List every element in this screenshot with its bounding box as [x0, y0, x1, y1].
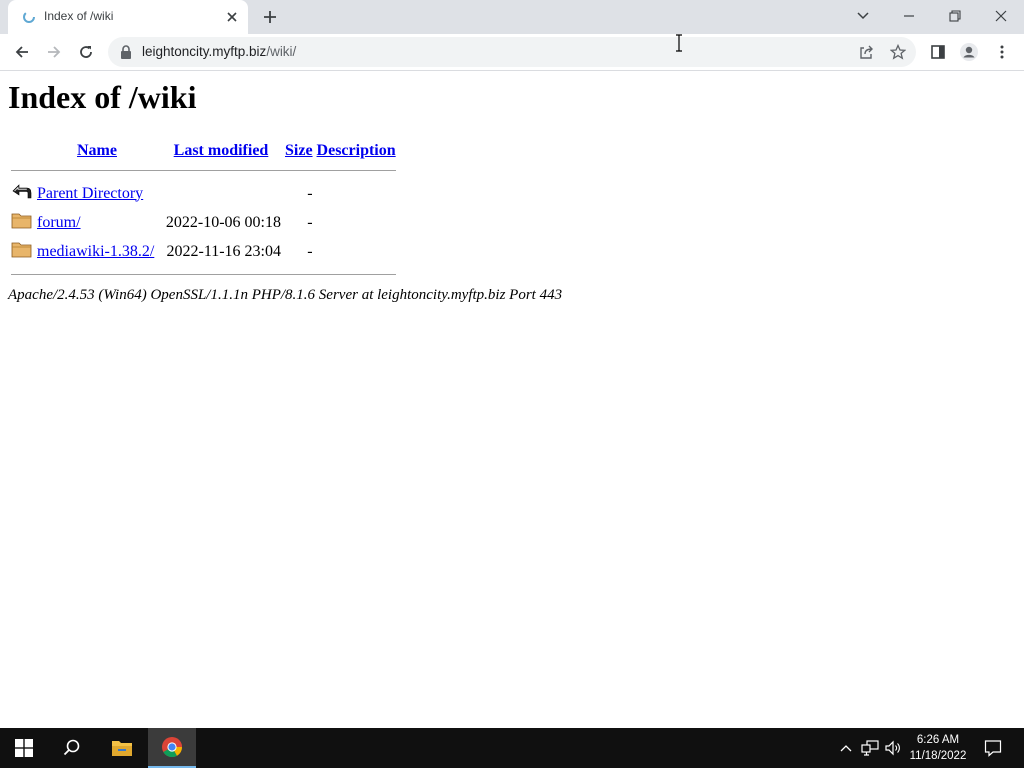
- reload-button[interactable]: [74, 40, 98, 64]
- network-icon: [861, 740, 879, 756]
- size-cell: -: [307, 213, 313, 231]
- profile-avatar-icon: [960, 43, 978, 61]
- sort-by-last-modified-link[interactable]: Last modified: [174, 142, 269, 159]
- separator-row: [10, 267, 397, 282]
- server-signature: Apache/2.4.53 (Win64) OpenSSL/1.1.1n PHP…: [8, 287, 563, 303]
- size-cell: -: [307, 184, 313, 202]
- url-path: /wiki/: [266, 44, 297, 59]
- url-host: leightoncity.myftp.biz: [142, 44, 267, 59]
- tab-strip: Index of /wiki: [0, 0, 1024, 34]
- chevron-down-icon: [857, 12, 869, 20]
- table-row: Parent Directory -: [10, 180, 397, 207]
- more-vertical-icon: [1000, 45, 1004, 59]
- header-row: Name Last modified Size Description: [10, 141, 397, 161]
- chevron-up-icon: [840, 745, 852, 752]
- bookmark-star-icon[interactable]: [890, 44, 906, 60]
- page-title: Index of /wiki: [8, 79, 197, 115]
- parent-directory-link[interactable]: Parent Directory: [37, 185, 143, 202]
- search-icon: [63, 739, 80, 756]
- sort-by-name-link[interactable]: Name: [77, 142, 117, 159]
- arrow-left-icon: [15, 46, 28, 58]
- forum-folder-link[interactable]: forum/: [37, 214, 81, 231]
- sort-by-description-link[interactable]: Description: [317, 142, 396, 159]
- clock-time: 6:26 AM: [916, 734, 960, 746]
- last-modified-cell: 2022-10-06 00:18: [165, 213, 281, 231]
- separator-row: [10, 163, 397, 178]
- lock-icon[interactable]: [120, 45, 132, 59]
- close-window-button[interactable]: [978, 0, 1024, 32]
- directory-listing: Name Last modified Size Description Pare…: [8, 139, 399, 284]
- tab-title: Index of /wiki: [44, 9, 114, 23]
- clock-date: 11/18/2022: [909, 750, 967, 762]
- system-clock[interactable]: 6:26 AM 11/18/2022: [898, 732, 978, 764]
- mediawiki-folder-link[interactable]: mediawiki-1.38.2/: [37, 243, 154, 260]
- reload-icon: [80, 46, 92, 58]
- minimize-button[interactable]: [886, 0, 932, 32]
- address-bar[interactable]: leightoncity.myftp.biz/wiki/: [108, 37, 916, 67]
- tab-index-of-wiki[interactable]: Index of /wiki: [8, 0, 248, 34]
- show-hidden-icons-button[interactable]: [836, 728, 856, 768]
- side-panel-icon: [931, 45, 945, 59]
- description-cell: [316, 238, 397, 265]
- table-row: forum/ 2022-10-06 00:18 -: [10, 209, 397, 236]
- chrome-icon: [162, 737, 183, 758]
- table-row: mediawiki-1.38.2/ 2022-11-16 23:04 -: [10, 238, 397, 265]
- network-button[interactable]: [858, 728, 882, 768]
- folder-icon: [11, 213, 32, 229]
- browser-toolbar: leightoncity.myftp.biz/wiki/: [0, 34, 1024, 71]
- close-icon: [995, 10, 1007, 22]
- description-cell: [316, 209, 397, 236]
- search-button[interactable]: [48, 728, 96, 768]
- text-cursor-icon: [676, 34, 682, 52]
- minimize-icon: [904, 15, 914, 17]
- loading-favicon-icon: [23, 11, 35, 23]
- description-cell: [316, 180, 397, 207]
- icon-column-header: [10, 141, 34, 161]
- close-tab-icon[interactable]: [224, 9, 240, 25]
- arrow-right-icon: [48, 46, 61, 58]
- tab-search-button[interactable]: [840, 0, 886, 32]
- side-panel-button[interactable]: [926, 40, 950, 64]
- menu-button[interactable]: [990, 40, 1014, 64]
- url-text: leightoncity.myftp.biz/wiki/: [142, 44, 296, 59]
- start-button[interactable]: [0, 728, 48, 768]
- divider: [11, 274, 396, 275]
- profile-button[interactable]: [957, 40, 981, 64]
- restore-button[interactable]: [932, 0, 978, 32]
- restore-icon: [949, 10, 961, 22]
- taskbar: 6:26 AM 11/18/2022: [0, 728, 1024, 768]
- folder-icon: [11, 242, 32, 258]
- share-icon[interactable]: [858, 44, 874, 60]
- notifications-button[interactable]: [978, 728, 1008, 768]
- size-cell: -: [307, 242, 313, 260]
- divider: [11, 170, 396, 171]
- last-modified-cell: 2022-11-16 23:04: [166, 242, 281, 260]
- new-tab-icon[interactable]: [262, 9, 278, 25]
- parent-directory-icon: [12, 184, 32, 199]
- forward-button[interactable]: [42, 40, 66, 64]
- back-button[interactable]: [10, 40, 34, 64]
- windows-logo-icon: [15, 739, 33, 757]
- page-content: Index of /wiki Name Last modified Size D…: [0, 71, 1024, 728]
- chrome-taskbar-button[interactable]: [148, 728, 196, 768]
- sort-by-size-link[interactable]: Size: [285, 142, 313, 159]
- notification-icon: [984, 740, 1002, 757]
- last-modified-cell: [160, 180, 282, 207]
- file-explorer-button[interactable]: [98, 728, 146, 768]
- file-explorer-icon: [112, 741, 132, 756]
